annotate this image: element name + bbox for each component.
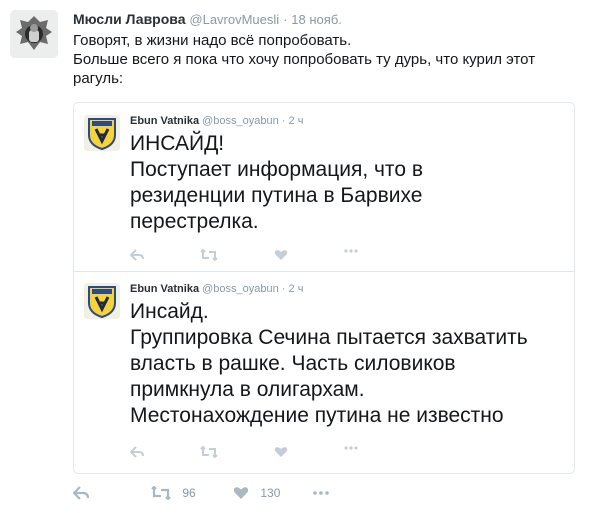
quoted-text-line: примкнула в олигархам. (130, 378, 365, 401)
retweet-button[interactable]: 96 (151, 482, 196, 502)
author-avatar[interactable] (10, 10, 58, 58)
tweet-text-line: Больше всего я пока что хочу попробовать… (73, 51, 536, 68)
tweet-actions: 96 130 (73, 482, 373, 502)
reply-button[interactable] (73, 482, 89, 502)
separator-dot: · (283, 12, 288, 27)
quoted-tweet[interactable]: Ebun Vatnika @boss_oyabun · 2 ч ИНСАЙД! … (74, 103, 574, 272)
quoted-tweet[interactable]: Ebun Vatnika @boss_oyabun · 2 ч Инсайд. … (74, 271, 574, 473)
quoted-text-line: перестрелка. (130, 210, 259, 233)
reply-icon[interactable] (130, 249, 144, 265)
quoted-text-line: Местонахождение путина не известно (130, 404, 504, 427)
quoted-author-name[interactable]: Ebun Vatnika (130, 283, 199, 295)
reply-icon (73, 486, 89, 500)
quoted-author-avatar[interactable] (84, 115, 120, 151)
tweet: Мюсли Лаврова @LavrovMuesli · 18 нояб. Г… (0, 0, 604, 513)
quoted-text-line: Поступает информация, что в (130, 158, 423, 181)
like-count: 130 (260, 485, 281, 500)
quoted-author-handle[interactable]: @boss_oyabun (202, 115, 279, 127)
quoted-timestamp[interactable]: 2 ч (289, 115, 304, 127)
quoted-author-name[interactable]: Ebun Vatnika (130, 115, 199, 127)
tweet-text-line: рагуль: (73, 70, 124, 87)
quoted-text-line: ИНСАЙД! (130, 132, 225, 155)
heart-icon (233, 487, 249, 499)
separator-dot: · (281, 283, 286, 295)
retweet-count: 96 (182, 485, 196, 500)
quoted-text-line: Инсайд. (130, 300, 209, 323)
quoted-tweet-header: Ebun Vatnika @boss_oyabun · 2 ч (130, 114, 303, 128)
quoted-tweet-text: ИНСАЙД! Поступает информация, что в рези… (130, 131, 560, 235)
quoted-author-handle[interactable]: @boss_oyabun (202, 283, 279, 295)
quoted-timestamp[interactable]: 2 ч (289, 283, 304, 295)
more-icon[interactable] (344, 249, 358, 265)
tweet-timestamp[interactable]: 18 нояб. (291, 12, 342, 27)
quoted-text-line: власть в рашке. Часть силовиков (130, 352, 456, 375)
quoted-tweet-actions (130, 249, 360, 265)
author-name[interactable]: Мюсли Лаврова (73, 11, 186, 27)
tweet-text: Говорят, в жизни надо всё попробовать. Б… (73, 31, 593, 88)
quoted-tweet-actions (130, 446, 360, 462)
retweet-icon[interactable] (200, 446, 218, 462)
retweet-icon[interactable] (200, 249, 218, 265)
retweet-icon (151, 485, 171, 500)
heart-icon[interactable] (274, 446, 288, 462)
more-icon (313, 491, 329, 495)
more-button[interactable] (313, 482, 329, 502)
heart-icon[interactable] (274, 249, 288, 265)
azov-emblem-icon (84, 115, 120, 151)
quoted-author-avatar[interactable] (84, 283, 120, 319)
quoted-text-line: Группировка Сечина пытается захватить (130, 326, 528, 349)
more-icon[interactable] (344, 446, 358, 462)
like-button[interactable]: 130 (233, 482, 280, 502)
quoted-tweets-card[interactable]: Ebun Vatnika @boss_oyabun · 2 ч ИНСАЙД! … (73, 102, 575, 474)
separator-dot: · (281, 115, 286, 127)
quoted-tweet-header: Ebun Vatnika @boss_oyabun · 2 ч (130, 282, 303, 296)
azov-emblem-icon (84, 283, 120, 319)
tweet-text-line: Говорят, в жизни надо всё попробовать. (73, 32, 352, 49)
quoted-text-line: резиденции путина в Барвихе (130, 184, 423, 207)
reply-icon[interactable] (130, 446, 144, 462)
quoted-tweet-text: Инсайд. Группировка Сечина пытается захв… (130, 299, 560, 429)
tweet-header: Мюсли Лаврова @LavrovMuesli · 18 нояб. (73, 10, 342, 28)
author-handle[interactable]: @LavrovMuesli (189, 12, 279, 27)
